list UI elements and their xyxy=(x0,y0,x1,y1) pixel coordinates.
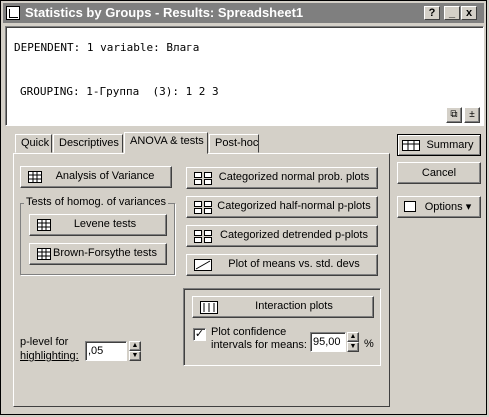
title-bar[interactable]: Statistics by Groups - Results: Spreadsh… xyxy=(3,3,484,23)
plevel-input[interactable]: ,05 xyxy=(85,341,127,361)
cancel-button[interactable]: Cancel xyxy=(397,162,481,184)
options-button[interactable]: Options ▾ xyxy=(397,196,481,218)
multi-plot-icon xyxy=(194,230,212,243)
minimize-button[interactable]: _ xyxy=(444,6,460,20)
analysis-of-variance-button[interactable]: Analysis of Variance xyxy=(20,166,172,188)
homog-variances-group-label: Tests of homog. of variances xyxy=(24,196,169,208)
tab-anova-tests[interactable]: ANOVA & tests xyxy=(124,132,208,154)
table-icon xyxy=(28,171,42,183)
categorized-normal-prob-plots-button[interactable]: Categorized normal prob. plots xyxy=(186,167,378,189)
categorized-detrended-plots-button[interactable]: Categorized detrended p-plots xyxy=(186,225,378,247)
dependent-line: DEPENDENT: 1 variable: Влага xyxy=(14,41,200,54)
interaction-plots-label: Interaction plots xyxy=(255,300,333,312)
options-icon xyxy=(404,201,416,212)
dialog-window: Statistics by Groups - Results: Spreadsh… xyxy=(0,0,487,415)
ci-spin-up-icon[interactable]: ▲ xyxy=(347,332,359,342)
grouping-line: GROUPING: 1-Группа (3): 1 2 3 xyxy=(20,85,219,98)
plevel-spin-up-icon[interactable]: ▲ xyxy=(129,341,141,351)
categorized-detrended-plots-label: Categorized detrended p-plots xyxy=(220,229,368,241)
levene-tests-label: Levene tests xyxy=(73,218,137,230)
copy-icon[interactable]: ⧉ xyxy=(446,107,462,123)
ci-unit: % xyxy=(364,338,374,350)
tab-quick[interactable]: Quick xyxy=(15,134,52,153)
statistica-app-icon xyxy=(6,6,20,20)
table-icon xyxy=(37,248,51,260)
tab-post-hoc[interactable]: Post-hoc xyxy=(209,134,259,153)
table-icon xyxy=(37,219,51,231)
brown-forsythe-tests-button[interactable]: Brown-Forsythe tests xyxy=(29,243,167,265)
plot-ci-label-line2: intervals for means: xyxy=(211,339,307,351)
anova-tab-panel: Analysis of Variance Tests of homog. of … xyxy=(13,153,390,407)
categorized-half-normal-plots-button[interactable]: Categorized half-normal p-plots xyxy=(186,196,378,218)
results-info-box: DEPENDENT: 1 variable: Влага GROUPING: 1… xyxy=(5,26,484,126)
categorized-normal-prob-plots-label: Categorized normal prob. plots xyxy=(218,171,370,183)
categorized-half-normal-plots-label: Categorized half-normal p-plots xyxy=(217,200,371,212)
plot-ci-checkbox[interactable]: ✓ xyxy=(193,328,206,341)
brown-forsythe-tests-label: Brown-Forsythe tests xyxy=(53,247,157,259)
window-title: Statistics by Groups - Results: Spreadsh… xyxy=(25,5,304,20)
ci-spin-down-icon[interactable]: ▼ xyxy=(347,342,359,352)
tab-descriptives[interactable]: Descriptives xyxy=(53,134,123,153)
plot-means-vs-std-label: Plot of means vs. std. devs xyxy=(228,258,360,270)
analysis-of-variance-label: Analysis of Variance xyxy=(55,170,155,182)
plevel-spin-down-icon[interactable]: ▼ xyxy=(129,351,141,361)
multi-plot-icon xyxy=(194,172,212,185)
interaction-plot-icon xyxy=(200,301,218,314)
options-label: Options ▾ xyxy=(424,201,472,213)
summary-table-icon xyxy=(402,140,420,151)
plevel-label-line1: p-level for xyxy=(20,336,69,348)
ci-value-input[interactable]: 95,00 xyxy=(310,332,346,352)
plot-ci-label-line1: Plot confidence xyxy=(211,326,287,338)
interaction-plots-button[interactable]: Interaction plots xyxy=(192,296,374,318)
levene-tests-button[interactable]: Levene tests xyxy=(29,214,167,236)
multi-plot-icon xyxy=(194,201,212,214)
summary-button[interactable]: Summary xyxy=(397,134,481,156)
plot-means-vs-std-button[interactable]: Plot of means vs. std. devs xyxy=(186,254,378,276)
expand-icon[interactable]: ± xyxy=(464,107,480,123)
scatter-plot-icon xyxy=(194,259,212,271)
help-button[interactable]: ? xyxy=(424,6,440,20)
plevel-label-line2: highlighting: xyxy=(20,350,79,362)
close-button[interactable]: x xyxy=(461,6,477,20)
summary-label: Summary xyxy=(426,139,474,151)
